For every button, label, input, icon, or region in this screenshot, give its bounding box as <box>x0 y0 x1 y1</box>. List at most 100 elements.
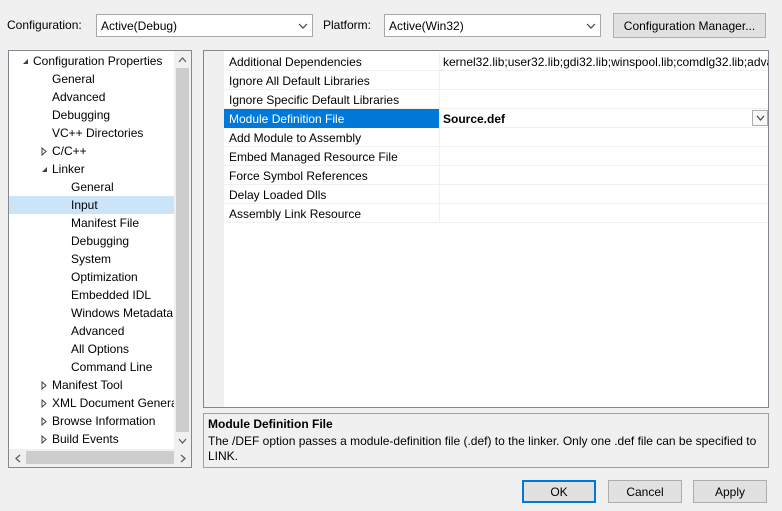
cancel-button[interactable]: Cancel <box>608 480 682 503</box>
property-row[interactable]: Ignore Specific Default Libraries <box>224 90 768 109</box>
tree-item-label: C/C++ <box>52 144 87 158</box>
tree-item[interactable]: All Options <box>9 340 176 358</box>
tree-item[interactable]: Optimization <box>9 268 176 286</box>
property-tree[interactable]: Configuration Properties General Advanced D… <box>8 50 192 468</box>
property-value[interactable] <box>440 204 768 223</box>
property-name[interactable]: Assembly Link Resource <box>224 204 440 223</box>
tree-item-label: XML Document Genera <box>52 396 176 410</box>
chevron-down-icon <box>294 15 312 36</box>
tree-item-label: Browse Information <box>52 414 156 428</box>
tree-horizontal-scrollbar[interactable] <box>9 449 191 467</box>
tree-vertical-scrollbar[interactable] <box>174 51 191 449</box>
property-row[interactable]: Embed Managed Resource File <box>224 147 768 166</box>
property-row[interactable]: Add Module to Assembly <box>224 128 768 147</box>
tree-item[interactable]: Configuration Properties <box>9 52 176 70</box>
tree-item-label: Input <box>71 198 98 212</box>
tree-items: Configuration Properties General Advanced D… <box>9 51 176 449</box>
tree-item[interactable]: Windows Metadata <box>9 304 176 322</box>
tree-item-label: Advanced <box>52 90 106 104</box>
chevron-down-icon <box>582 15 600 36</box>
property-name[interactable]: Ignore Specific Default Libraries <box>224 90 440 109</box>
platform-combo[interactable]: Active(Win32) <box>384 14 601 37</box>
property-row[interactable]: Delay Loaded Dlls <box>224 185 768 204</box>
tree-item[interactable]: Manifest Tool <box>9 376 176 394</box>
tree-item-label: General <box>52 72 95 86</box>
tree-item-label: Optimization <box>71 270 138 284</box>
tree-item[interactable]: XML Document Genera <box>9 394 176 412</box>
tree-item-label: Embedded IDL <box>71 288 152 302</box>
property-name[interactable]: Ignore All Default Libraries <box>224 71 440 90</box>
tree-item[interactable]: Command Line <box>9 358 176 376</box>
ok-button[interactable]: OK <box>522 480 596 503</box>
tree-item-label: Build Events <box>52 432 119 446</box>
tree-item[interactable]: VC++ Directories <box>9 124 176 142</box>
tree-item[interactable]: Debugging <box>9 232 176 250</box>
triangle-collapsed-icon[interactable] <box>39 430 49 448</box>
triangle-collapsed-icon[interactable] <box>39 412 49 430</box>
configuration-value: Active(Debug) <box>101 18 178 33</box>
tree-item[interactable]: C/C++ <box>9 142 176 160</box>
tree-item-label: Advanced <box>71 324 125 338</box>
tree-vertical-thumb[interactable] <box>176 68 189 432</box>
property-value[interactable] <box>440 128 768 147</box>
apply-button[interactable]: Apply <box>693 480 767 503</box>
tree-item-label: Configuration Properties <box>33 54 163 68</box>
triangle-expanded-icon[interactable] <box>39 160 49 178</box>
triangle-collapsed-icon[interactable] <box>39 142 49 160</box>
property-name[interactable]: Module Definition File <box>224 109 440 128</box>
configuration-label: Configuration: <box>7 18 82 32</box>
tree-item[interactable]: Manifest File <box>9 214 176 232</box>
tree-item[interactable]: Embedded IDL <box>9 286 176 304</box>
property-value[interactable] <box>440 166 768 185</box>
property-value[interactable] <box>440 185 768 204</box>
tree-item-label: General <box>71 180 114 194</box>
scroll-left-arrow-icon[interactable] <box>9 449 26 467</box>
tree-item-label: Windows Metadata <box>71 306 174 320</box>
tree-item[interactable]: System <box>9 250 176 268</box>
triangle-expanded-icon[interactable] <box>20 52 30 70</box>
tree-item[interactable]: Advanced <box>9 88 176 106</box>
tree-item[interactable]: General <box>9 178 176 196</box>
tree-item[interactable]: Input <box>9 196 176 214</box>
tree-horizontal-thumb[interactable] <box>26 451 174 464</box>
platform-value: Active(Win32) <box>389 18 464 33</box>
property-value[interactable]: kernel32.lib;user32.lib;gdi32.lib;winspo… <box>440 52 768 71</box>
scroll-right-arrow-icon[interactable] <box>174 449 191 467</box>
tree-item-label: All Options <box>71 342 130 356</box>
property-value[interactable] <box>440 147 768 166</box>
property-row[interactable]: Assembly Link Resource <box>224 204 768 223</box>
tree-item[interactable]: Debugging <box>9 106 176 124</box>
triangle-collapsed-icon[interactable] <box>39 394 49 412</box>
scroll-up-arrow-icon[interactable] <box>174 51 191 68</box>
tree-item-label: Manifest File <box>71 216 140 230</box>
tree-item[interactable]: Browse Information <box>9 412 176 430</box>
description-title: Module Definition File <box>208 417 333 431</box>
scroll-down-arrow-icon[interactable] <box>174 432 191 449</box>
property-row[interactable]: Module Definition File Source.def <box>224 109 768 128</box>
tree-item-label: Debugging <box>71 234 130 248</box>
tree-item[interactable]: General <box>9 70 176 88</box>
grid-gutter <box>204 51 224 407</box>
tree-item-label: Linker <box>52 162 85 176</box>
property-name[interactable]: Additional Dependencies <box>224 52 440 71</box>
property-name[interactable]: Embed Managed Resource File <box>224 147 440 166</box>
configuration-combo[interactable]: Active(Debug) <box>96 14 313 37</box>
property-value[interactable]: Source.def <box>440 109 768 128</box>
property-row[interactable]: Additional Dependencies kernel32.lib;user… <box>224 52 768 71</box>
description-panel: Module Definition File The /DEF option p… <box>203 413 769 468</box>
property-name[interactable]: Delay Loaded Dlls <box>224 185 440 204</box>
configuration-manager-button[interactable]: Configuration Manager... <box>613 13 766 38</box>
triangle-collapsed-icon[interactable] <box>39 376 49 394</box>
property-grid[interactable]: Additional Dependencies kernel32.lib;user… <box>203 50 769 408</box>
property-row[interactable]: Ignore All Default Libraries <box>224 71 768 90</box>
property-name[interactable]: Force Symbol References <box>224 166 440 185</box>
property-name[interactable]: Add Module to Assembly <box>224 128 440 147</box>
tree-item[interactable]: Advanced <box>9 322 176 340</box>
property-row[interactable]: Force Symbol References <box>224 166 768 185</box>
tree-item[interactable]: Linker <box>9 160 176 178</box>
chevron-down-icon[interactable] <box>752 110 768 126</box>
tree-item-label: Command Line <box>71 360 153 374</box>
tree-item[interactable]: Build Events <box>9 430 176 448</box>
property-value[interactable] <box>440 71 768 90</box>
property-value[interactable] <box>440 90 768 109</box>
